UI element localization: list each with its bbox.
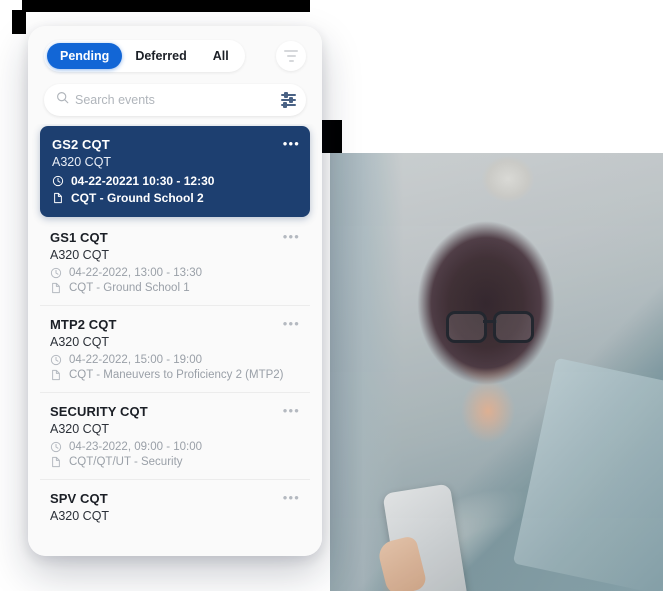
event-card[interactable]: ••• GS1 CQT A320 CQT 04-22-2022, 13:00 -… (40, 219, 310, 306)
event-title: SECURITY CQT (50, 404, 148, 419)
event-subtitle: A320 CQT (52, 155, 112, 169)
event-title: SPV CQT (50, 491, 108, 506)
event-datetime-row: 04-22-20221 10:30 - 12:30 (52, 174, 298, 188)
event-card-selected[interactable]: ••• GS2 CQT A320 CQT 04-22-20221 10:30 -… (40, 126, 310, 217)
hero-photo (330, 153, 663, 591)
lens-left (446, 311, 487, 343)
event-datetime-row: 04-22-2022, 13:00 - 13:30 (50, 267, 298, 279)
eyeglasses (446, 311, 534, 343)
event-overflow-menu[interactable]: ••• (283, 317, 300, 330)
sliders-adjust-icon[interactable] (281, 92, 296, 108)
event-course-row: CQT/QT/UT - Security (50, 456, 298, 468)
event-datetime: 04-23-2022, 09:00 - 10:00 (69, 441, 202, 453)
tab-deferred[interactable]: Deferred (122, 43, 199, 69)
status-tabs: Pending Deferred All (44, 40, 245, 72)
event-title: GS1 CQT (50, 230, 108, 245)
event-datetime: 04-22-2022, 13:00 - 13:30 (69, 267, 202, 279)
lens-right (493, 311, 534, 343)
event-course: CQT - Ground School 2 (71, 191, 204, 205)
clock-icon (50, 441, 62, 453)
event-subtitle: A320 CQT (50, 335, 110, 349)
event-subtitle: A320 CQT (50, 248, 110, 262)
tabs-row: Pending Deferred All (44, 40, 306, 72)
backdrop-artifact-left (12, 10, 26, 34)
event-course: CQT/QT/UT - Security (69, 456, 183, 468)
clock-icon (50, 354, 62, 366)
event-card[interactable]: ••• SECURITY CQT A320 CQT 04-23-2022, 09… (40, 393, 310, 480)
event-overflow-menu[interactable]: ••• (283, 404, 300, 417)
events-panel: Pending Deferred All Search events ••• G… (28, 26, 322, 556)
event-course: CQT - Maneuvers to Proficiency 2 (MTP2) (69, 369, 284, 381)
event-title: GS2 CQT (52, 137, 110, 152)
event-datetime-row: 04-22-2022, 15:00 - 19:00 (50, 354, 298, 366)
event-card[interactable]: ••• SPV CQT A320 CQT (40, 480, 310, 539)
search-icon (56, 91, 69, 109)
event-overflow-menu[interactable]: ••• (283, 230, 300, 243)
event-datetime: 04-22-20221 10:30 - 12:30 (71, 174, 215, 188)
event-overflow-menu[interactable]: ••• (283, 491, 300, 504)
backdrop-artifact-photo (320, 120, 342, 153)
event-subtitle: A320 CQT (50, 509, 110, 523)
event-card[interactable]: ••• MTP2 CQT A320 CQT 04-22-2022, 15:00 … (40, 306, 310, 393)
document-icon (52, 282, 60, 294)
filter-button[interactable] (276, 41, 306, 71)
funnel-filter-icon (284, 49, 298, 63)
event-course: CQT - Ground School 1 (69, 282, 190, 294)
search-input[interactable] (69, 93, 281, 107)
screenshot-stage: Pending Deferred All Search events ••• G… (0, 0, 663, 591)
event-course-row: CQT - Ground School 2 (52, 191, 298, 205)
event-course-row: CQT - Maneuvers to Proficiency 2 (MTP2) (50, 369, 298, 381)
document-icon (54, 192, 62, 204)
events-list: ••• GS2 CQT A320 CQT 04-22-20221 10:30 -… (28, 124, 322, 556)
tab-pending[interactable]: Pending (47, 43, 123, 69)
document-icon (52, 456, 60, 468)
search-bar[interactable] (44, 84, 306, 116)
event-datetime-row: 04-23-2022, 09:00 - 10:00 (50, 441, 298, 453)
event-title: MTP2 CQT (50, 317, 117, 332)
clock-icon (52, 175, 64, 187)
event-datetime: 04-22-2022, 15:00 - 19:00 (69, 354, 202, 366)
event-course-row: CQT - Ground School 1 (50, 282, 298, 294)
panel-header: Pending Deferred All (28, 26, 322, 124)
backdrop-artifact-top (22, 0, 310, 12)
event-subtitle: A320 CQT (50, 422, 110, 436)
event-overflow-menu[interactable]: ••• (283, 137, 300, 150)
clock-icon (50, 267, 62, 279)
document-icon (52, 369, 60, 381)
tab-all[interactable]: All (200, 43, 242, 69)
